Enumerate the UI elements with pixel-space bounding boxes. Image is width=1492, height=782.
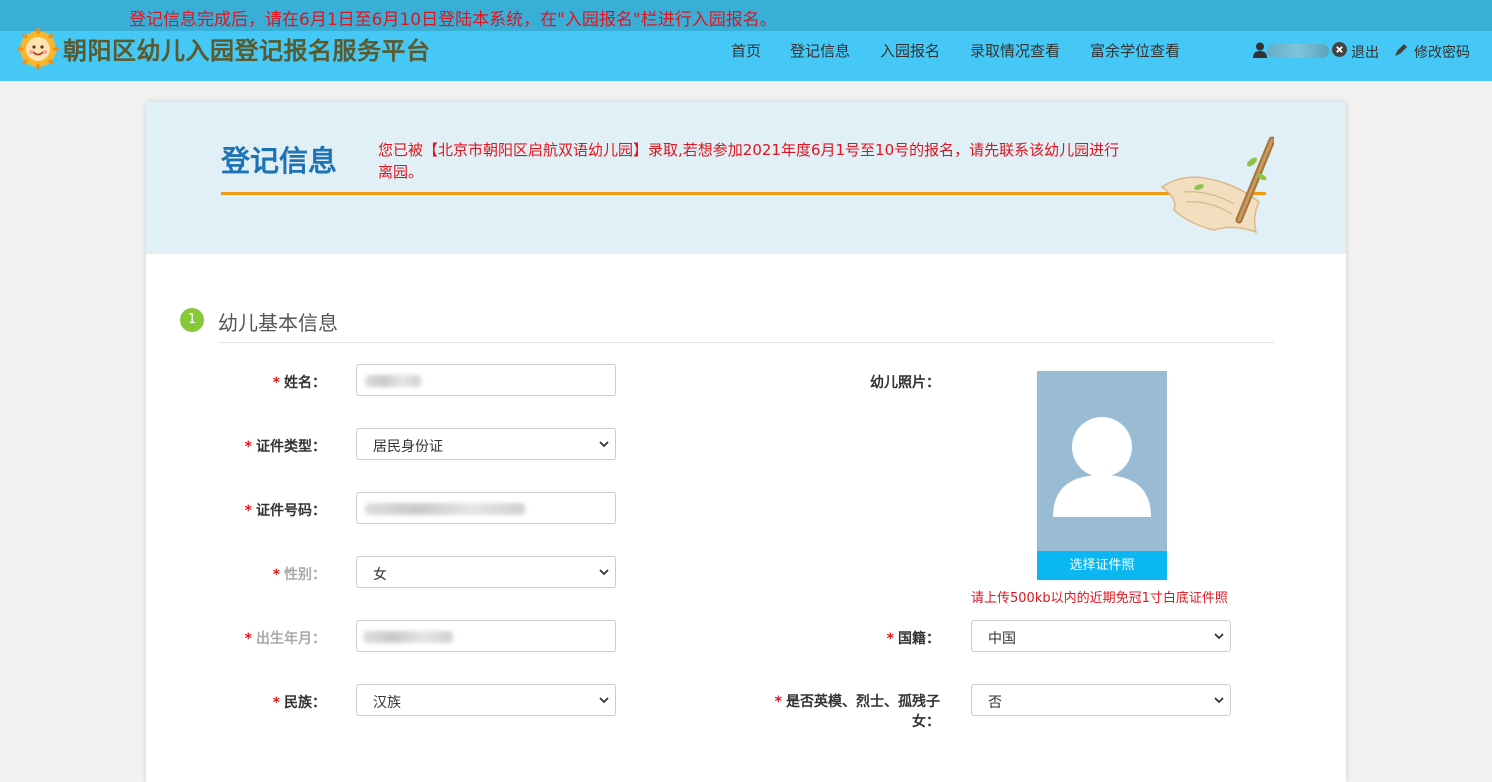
id-number-label: * 证件号码：: [226, 500, 326, 520]
name-label-text: 姓名：: [284, 375, 326, 391]
section-divider: [218, 342, 1274, 343]
page-title: 登记信息: [221, 144, 338, 178]
edit-icon[interactable]: [1394, 42, 1409, 57]
section-step-number: 1: [180, 308, 204, 332]
name-label: * 姓名：: [246, 372, 326, 392]
avatar-placeholder-icon: [1053, 417, 1151, 517]
nationality-label-text: 国籍：: [898, 631, 940, 647]
chevron-down-icon: [1214, 697, 1224, 704]
gender-select[interactable]: 女: [356, 556, 616, 588]
sun-logo-icon: [17, 28, 59, 70]
required-mark: *: [886, 631, 894, 647]
ethnicity-label: * 民族：: [246, 692, 326, 712]
admission-alert: 您已被【北京市朝阳区启航双语幼儿园】录取,若想参加2021年度6月1号至10号的…: [378, 141, 1120, 181]
hero-orphan-value: 否: [988, 695, 1002, 711]
photo-label: 幼儿照片：: [870, 375, 940, 391]
hero-orphan-select[interactable]: 否: [971, 684, 1231, 716]
chevron-down-icon: [1214, 633, 1224, 640]
hero-orphan-label: * 是否英模、烈士、孤残子 女：: [760, 692, 940, 732]
nav-home[interactable]: 首页: [731, 40, 761, 60]
chevron-down-icon: [599, 441, 609, 448]
site-title: 朝阳区幼儿入园登记报名服务平台: [63, 37, 431, 65]
required-mark: *: [272, 567, 280, 583]
logout-link[interactable]: 退出: [1351, 42, 1379, 62]
gender-value: 女: [373, 567, 387, 583]
ethnicity-label-text: 民族：: [284, 695, 326, 711]
ethnicity-select[interactable]: 汉族: [356, 684, 616, 716]
id-type-label: * 证件类型：: [226, 436, 326, 456]
banner-divider: [221, 192, 1266, 195]
birth-label-text: 出生年月：: [256, 631, 326, 647]
scroll-quill-icon: [1160, 136, 1274, 234]
page-banner: 登记信息 您已被【北京市朝阳区启航双语幼儿园】录取,若想参加2021年度6月1号…: [146, 102, 1346, 254]
nav-enrollment[interactable]: 入园报名: [880, 40, 940, 60]
hero-label-line1: 是否英模、烈士、孤残子: [786, 694, 940, 710]
required-mark: *: [244, 503, 252, 519]
required-mark: *: [272, 695, 280, 711]
hero-label-line2: 女：: [912, 714, 940, 730]
change-password-link[interactable]: 修改密码: [1414, 42, 1470, 62]
birth-label: * 出生年月：: [226, 628, 326, 648]
required-mark: *: [244, 439, 252, 455]
redacted-value: [365, 375, 421, 387]
required-mark: *: [272, 375, 280, 391]
nav-admission-results[interactable]: 录取情况查看: [970, 40, 1060, 60]
ethnicity-value: 汉族: [373, 695, 401, 711]
section-title: 幼儿基本信息: [218, 311, 338, 335]
id-type-value: 居民身份证: [373, 439, 443, 455]
required-mark: *: [774, 694, 782, 710]
birth-date-input[interactable]: [356, 620, 616, 652]
nav-surplus-seats[interactable]: 富余学位查看: [1090, 40, 1180, 60]
logout-icon[interactable]: [1332, 42, 1347, 57]
name-input[interactable]: [356, 364, 616, 396]
id-number-label-text: 证件号码：: [256, 503, 326, 519]
chevron-down-icon: [599, 569, 609, 576]
gender-label-text: 性别：: [284, 567, 326, 583]
id-number-input[interactable]: [356, 492, 616, 524]
gender-label: * 性别：: [246, 564, 326, 584]
nav-register-info[interactable]: 登记信息: [790, 40, 850, 60]
user-icon: [1253, 42, 1267, 58]
required-mark: *: [244, 631, 252, 647]
chevron-down-icon: [599, 697, 609, 704]
notice-text: 登记信息完成后，请在6月1日至6月10日登陆本系统，在"入园报名"栏进行入园报名…: [129, 10, 777, 30]
select-photo-button[interactable]: 选择证件照: [1037, 551, 1167, 580]
nationality-value: 中国: [988, 631, 1016, 647]
main-card: 登记信息 您已被【北京市朝阳区启航双语幼儿园】录取,若想参加2021年度6月1号…: [146, 102, 1346, 782]
nationality-label: * 国籍：: [860, 628, 940, 648]
nationality-select[interactable]: 中国: [971, 620, 1231, 652]
id-type-select[interactable]: 居民身份证: [356, 428, 616, 460]
redacted-value: [363, 631, 453, 643]
username-redacted: [1267, 44, 1329, 58]
redacted-value: [365, 503, 525, 515]
photo-preview[interactable]: [1037, 371, 1167, 551]
photo-hint: 请上传500kb以内的近期免冠1寸白底证件照: [971, 591, 1228, 606]
id-type-label-text: 证件类型：: [256, 439, 326, 455]
